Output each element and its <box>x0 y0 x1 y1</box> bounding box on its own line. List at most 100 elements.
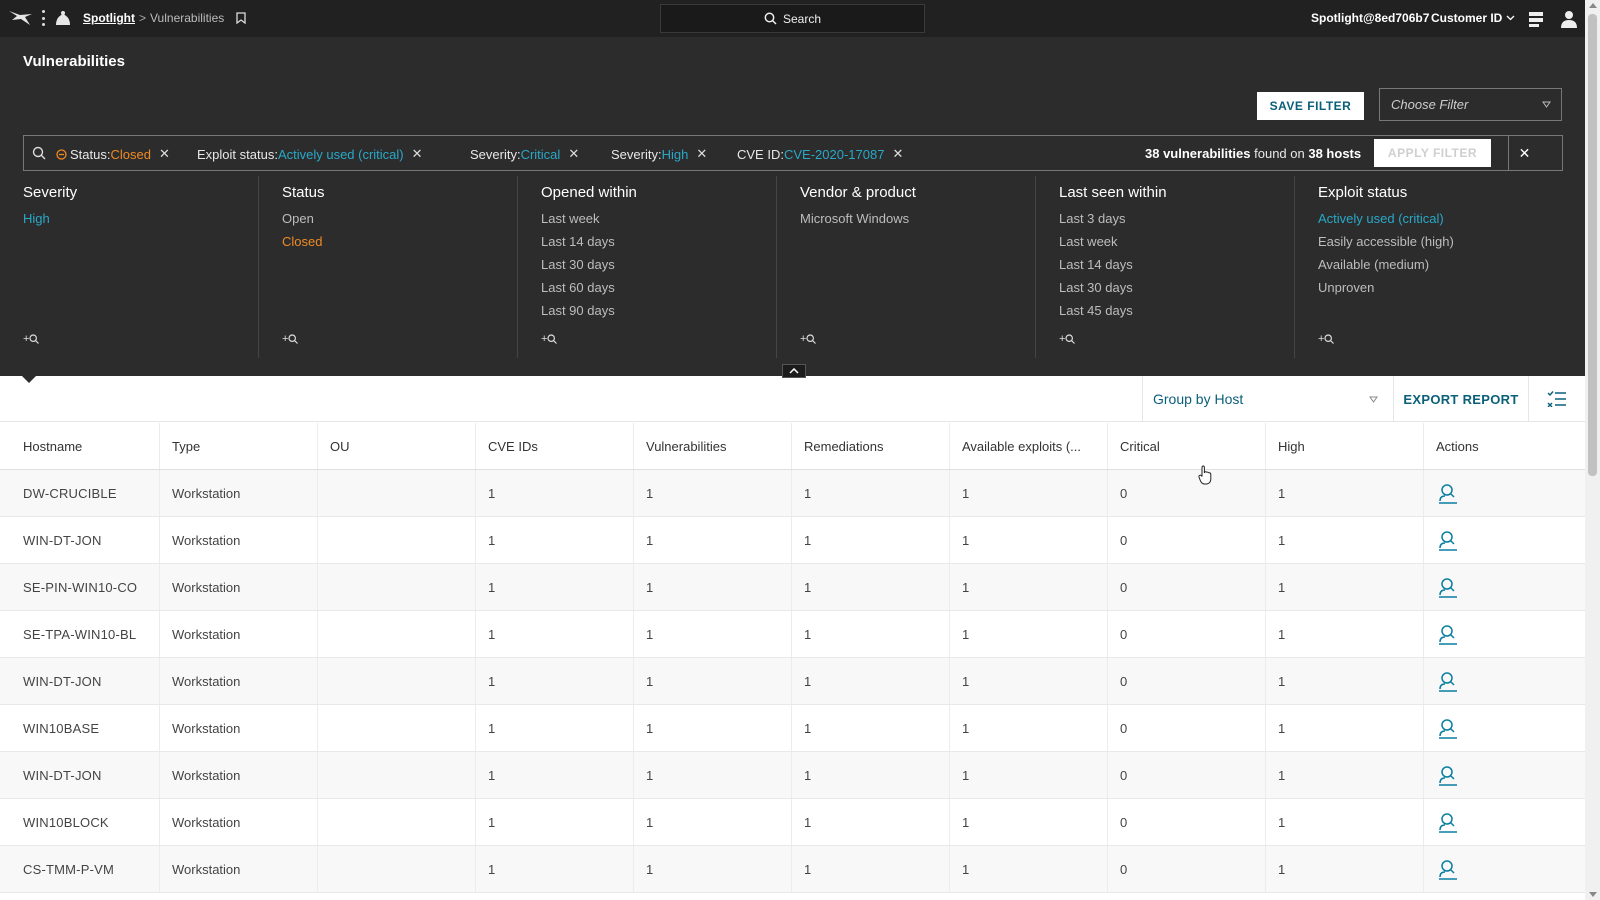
apply-filter-button[interactable]: APPLY FILTER <box>1374 139 1491 167</box>
column-header-vulnerabilities[interactable]: Vulnerabilities <box>634 423 792 469</box>
spotlight-app-icon[interactable] <box>54 10 72 26</box>
facet-search-button[interactable]: + <box>1318 333 1335 345</box>
table-row[interactable]: SE-PIN-WIN10-CO Workstation 1 1 1 1 0 1 <box>0 564 1585 611</box>
table-row[interactable]: WIN-DT-JON Workstation 1 1 1 1 0 1 <box>0 658 1585 705</box>
host-investigate-icon[interactable] <box>1436 575 1460 599</box>
column-header-available-exploits[interactable]: Available exploits (... <box>950 423 1108 469</box>
active-filters-bar: Status: Closed ✕ Exploit status: Activel… <box>23 135 1563 171</box>
critical-cell: 0 <box>1108 517 1266 563</box>
breadcrumb-spotlight-link[interactable]: Spotlight <box>83 11 135 25</box>
table-row[interactable]: WIN-DT-JON Workstation 1 1 1 1 0 1 <box>0 752 1585 799</box>
hostname-cell: DW-CRUCIBLE <box>0 470 160 516</box>
facet-option[interactable]: Unproven <box>1318 280 1554 303</box>
facet-option[interactable]: Available (medium) <box>1318 257 1554 280</box>
cve-ids-cell: 1 <box>476 564 634 610</box>
more-menu-icon[interactable] <box>41 10 45 26</box>
column-header-critical[interactable]: Critical <box>1108 423 1266 469</box>
table-row[interactable]: DW-CRUCIBLE Workstation 1 1 1 1 0 1 <box>0 470 1585 517</box>
facet-option[interactable]: Last 90 days <box>541 303 776 326</box>
host-investigate-icon[interactable] <box>1436 810 1460 834</box>
facet-option[interactable]: Last 30 days <box>1059 280 1294 303</box>
facet-option[interactable]: Last week <box>541 211 776 234</box>
facet-option[interactable]: Microsoft Windows <box>800 211 1035 234</box>
ou-cell <box>318 799 476 845</box>
facet-search-button[interactable]: + <box>23 333 40 345</box>
save-filter-button[interactable]: SAVE FILTER <box>1257 92 1364 120</box>
user-profile-icon[interactable] <box>1559 9 1579 29</box>
facet-option[interactable]: Last 45 days <box>1059 303 1294 326</box>
facet-option[interactable]: Last 3 days <box>1059 211 1294 234</box>
type-cell: Workstation <box>160 658 318 704</box>
choose-filter-dropdown[interactable]: Choose Filter <box>1379 88 1562 121</box>
hostname-cell: WIN-DT-JON <box>0 658 160 704</box>
facet-option[interactable]: Easily accessible (high) <box>1318 234 1554 257</box>
close-icon[interactable]: ✕ <box>159 146 170 162</box>
facet-search-button[interactable]: + <box>282 333 299 345</box>
scrollbar-thumb[interactable] <box>1588 14 1597 476</box>
filter-chip-cve-id[interactable]: CVE ID: CVE-2020-17087 ✕ <box>737 146 903 162</box>
facet-option-actively-used[interactable]: Actively used (critical) <box>1318 211 1554 234</box>
filter-chip-severity-critical[interactable]: Severity: Critical ✕ <box>470 146 579 162</box>
facet-option-open[interactable]: Open <box>282 211 517 234</box>
facet-option[interactable]: Last 30 days <box>541 257 776 280</box>
facet-option[interactable]: Last week <box>1059 234 1294 257</box>
filter-chip-severity-high[interactable]: Severity: High ✕ <box>611 146 707 162</box>
scroll-down-icon[interactable] <box>1589 892 1597 897</box>
column-header-type[interactable]: Type <box>160 423 318 469</box>
notifications-icon[interactable] <box>1526 9 1546 29</box>
chevron-down-icon <box>1369 396 1378 403</box>
bookmark-icon[interactable] <box>236 12 246 24</box>
facet-option[interactable]: Last 14 days <box>541 234 776 257</box>
facet-search-button[interactable]: + <box>800 333 817 345</box>
clear-filters-button[interactable]: ✕ <box>1508 136 1540 170</box>
facet-option-closed[interactable]: Closed <box>282 234 517 257</box>
column-header-cve-ids[interactable]: CVE IDs <box>476 423 634 469</box>
column-header-high[interactable]: High <box>1266 423 1424 469</box>
column-header-remediations[interactable]: Remediations <box>792 423 950 469</box>
facet-option-high[interactable]: High <box>23 211 258 234</box>
table-row[interactable]: WIN10BLOCK Workstation 1 1 1 1 0 1 <box>0 799 1585 846</box>
host-investigate-icon[interactable] <box>1436 622 1460 646</box>
column-header-ou[interactable]: OU <box>318 423 476 469</box>
table-row[interactable]: CS-TMM-P-VM Workstation 1 1 1 1 0 1 <box>0 846 1585 893</box>
host-investigate-icon[interactable] <box>1436 857 1460 881</box>
host-investigate-icon[interactable] <box>1436 481 1460 505</box>
facet-option[interactable]: Last 14 days <box>1059 257 1294 280</box>
table-row[interactable]: SE-TPA-WIN10-BL Workstation 1 1 1 1 0 1 <box>0 611 1585 658</box>
filter-chip-label: Severity: <box>470 146 521 162</box>
column-settings-button[interactable] <box>1528 376 1585 422</box>
facet-search-button[interactable]: + <box>1059 333 1076 345</box>
scroll-up-icon[interactable] <box>1589 3 1597 8</box>
column-header-hostname[interactable]: Hostname <box>0 423 160 469</box>
falcon-logo-icon[interactable] <box>8 8 34 28</box>
high-cell: 1 <box>1266 611 1424 657</box>
actions-cell <box>1424 799 1582 845</box>
host-investigate-icon[interactable] <box>1436 528 1460 552</box>
table-row[interactable]: WIN-DT-JON Workstation 1 1 1 1 0 1 <box>0 517 1585 564</box>
close-icon[interactable]: ✕ <box>568 146 579 162</box>
customer-id-dropdown[interactable]: Customer ID <box>1431 11 1515 25</box>
vulnerabilities-cell: 1 <box>634 611 792 657</box>
host-investigate-icon[interactable] <box>1436 669 1460 693</box>
close-icon[interactable]: ✕ <box>892 146 903 162</box>
filter-chip-status[interactable]: Status: Closed ✕ <box>56 146 170 162</box>
facet-option[interactable]: Last 60 days <box>541 280 776 303</box>
remediations-cell: 1 <box>792 470 950 516</box>
facet-search-button[interactable]: + <box>541 333 558 345</box>
page-title: Vulnerabilities <box>23 53 125 70</box>
filter-chip-exploit-status[interactable]: Exploit status: Actively used (critical)… <box>197 146 423 162</box>
remediations-cell: 1 <box>792 564 950 610</box>
export-report-button[interactable]: EXPORT REPORT <box>1393 376 1528 422</box>
filter-chip-value: CVE-2020-17087 <box>783 146 885 162</box>
host-investigate-icon[interactable] <box>1436 716 1460 740</box>
table-row[interactable]: WIN10BASE Workstation 1 1 1 1 0 1 <box>0 705 1585 752</box>
page-scrollbar[interactable] <box>1585 0 1600 900</box>
results-summary: 38 vulnerabilities found on 38 hosts <box>1145 146 1361 161</box>
close-icon[interactable]: ✕ <box>696 146 707 162</box>
global-search-button[interactable]: Search <box>660 4 925 33</box>
group-by-dropdown[interactable]: Group by Host <box>1142 376 1392 422</box>
close-icon[interactable]: ✕ <box>412 146 423 162</box>
host-investigate-icon[interactable] <box>1436 763 1460 787</box>
ou-cell <box>318 658 476 704</box>
user-account-label[interactable]: Spotlight@8ed706b7 <box>1311 11 1429 25</box>
